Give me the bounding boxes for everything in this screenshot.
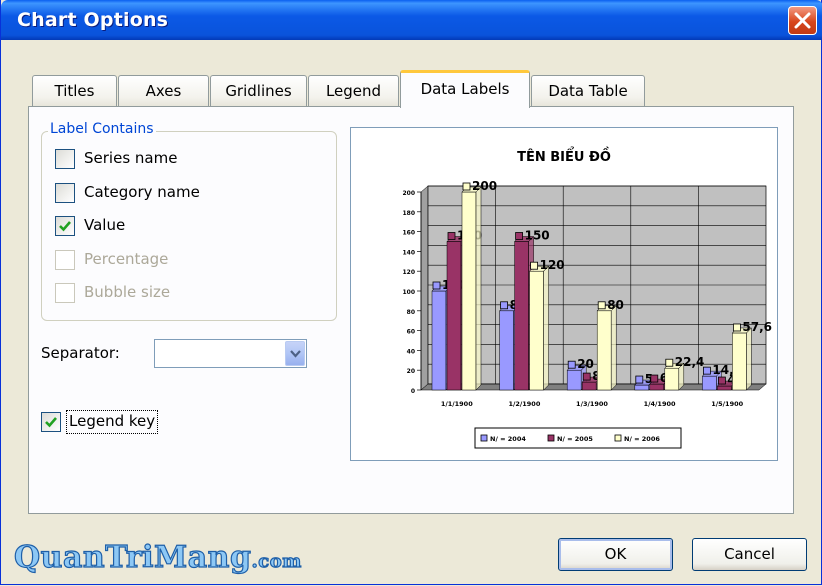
bar-side: [475, 186, 482, 391]
series-name-checkbox[interactable]: [55, 149, 75, 169]
y-tick-label: 120: [402, 269, 415, 276]
bar: [529, 270, 544, 391]
data-label-key: [732, 323, 741, 332]
bar: [596, 310, 612, 391]
tab-legend[interactable]: Legend: [308, 75, 399, 107]
data-label-key: [717, 376, 726, 385]
data-label-key: [702, 366, 711, 375]
bar: [732, 332, 747, 391]
y-tick-label: 80: [407, 309, 415, 316]
legend-key-checkbox[interactable]: [41, 412, 61, 432]
separator-dropdown[interactable]: [154, 339, 307, 368]
chart-svg: TÊN BIỂU ĐỒ 0 20 40 60 80 100 120 140 160 180 200 1/…: [402, 147, 772, 449]
data-label: 22,4: [675, 355, 705, 369]
data-label-key: [515, 232, 524, 240]
y-tick-label: 20: [407, 368, 415, 375]
data-label-key: [597, 301, 606, 310]
legend-key: [614, 434, 622, 442]
legend-entry: N/ = 2006: [624, 435, 660, 443]
value-label: Value: [84, 216, 126, 234]
bar: [702, 375, 717, 391]
chart-title: TÊN BIỂU ĐỒ: [517, 147, 611, 165]
bar: [664, 367, 680, 391]
tab-axes[interactable]: Axes: [118, 75, 209, 107]
dialog-title: Chart Options: [17, 9, 169, 31]
chevron-down-icon: [290, 350, 301, 358]
x-tick-label: 1/3/1900: [576, 400, 608, 408]
bar-side: [610, 305, 617, 391]
data-label-key: [447, 232, 456, 240]
y-tick-label: 100: [402, 289, 415, 296]
value-checkbox[interactable]: [55, 216, 75, 236]
data-label-key: [432, 281, 441, 290]
data-label: 120: [540, 258, 565, 272]
chart-options-dialog: Chart Options Titles Axes Gridlines Lege…: [0, 0, 822, 585]
legend-key: [480, 434, 488, 442]
y-tick-label: 160: [402, 230, 415, 237]
title-bar: Chart Options: [1, 0, 822, 40]
y-tick-label: 60: [407, 329, 415, 336]
close-icon: [794, 12, 811, 29]
bar: [581, 381, 597, 391]
checkmark-icon: [45, 417, 57, 428]
watermark-logo: QuanTriMang.com: [13, 539, 302, 575]
y-tick-label: 140: [402, 249, 415, 256]
data-label-key: [567, 360, 576, 369]
data-label-key: [530, 261, 539, 270]
tab-data-labels[interactable]: Data Labels: [400, 70, 530, 108]
category-name-checkbox[interactable]: [55, 183, 75, 203]
category-name-label: Category name: [84, 183, 200, 201]
data-label-key: [665, 358, 674, 367]
bubble-size-checkbox: [55, 283, 75, 303]
data-label: 80: [607, 298, 624, 312]
x-tick-label: 1/1/1900: [441, 400, 473, 408]
x-tick-label: 1/5/1900: [711, 400, 743, 408]
bar: [514, 241, 529, 391]
ok-button[interactable]: OK: [558, 538, 673, 571]
separator-dropdown-button[interactable]: [285, 341, 305, 366]
tab-gridlines[interactable]: Gridlines: [210, 75, 307, 107]
x-tick-label: 1/4/1900: [644, 400, 676, 408]
tab-data-table[interactable]: Data Table: [531, 75, 645, 107]
plot-side-wall: [420, 185, 429, 391]
bar: [446, 241, 462, 391]
legend-entry: N/ = 2004: [490, 435, 526, 443]
cancel-button[interactable]: Cancel: [692, 538, 807, 571]
data-label: 150: [525, 229, 550, 243]
data-label: 57,6: [742, 320, 772, 334]
data-label-key: [635, 375, 644, 384]
data-label: 200: [472, 179, 497, 193]
series-name-label: Series name: [84, 149, 178, 167]
chart-preview: TÊN BIỂU ĐỒ 0 20 40 60 80 100 120 140 160 180 200 1/…: [350, 127, 778, 461]
bar: [499, 310, 514, 391]
bubble-size-label: Bubble size: [84, 283, 171, 301]
close-button[interactable]: [788, 6, 817, 35]
separator-label: Separator:: [41, 344, 120, 362]
bar-side: [746, 327, 752, 391]
y-tick-label: 40: [407, 348, 415, 355]
label-contains-label: Label Contains: [48, 121, 156, 137]
y-tick-label: 180: [402, 210, 415, 217]
bar: [461, 191, 477, 391]
bar: [431, 290, 447, 391]
watermark-main: QuanTriMang: [13, 539, 252, 575]
checkmark-icon: [59, 221, 71, 232]
y-tick-label: 200: [402, 190, 415, 197]
percentage-label: Percentage: [84, 250, 169, 268]
watermark-suffix: .com: [251, 550, 302, 572]
bar: [566, 369, 582, 391]
legend-key: [547, 434, 555, 442]
data-label-key: [462, 182, 471, 191]
data-label-key: [650, 374, 659, 383]
tab-titles[interactable]: Titles: [32, 75, 117, 107]
x-tick-label: 1/2/1900: [508, 400, 540, 408]
bar-side: [543, 265, 549, 391]
percentage-checkbox: [55, 250, 75, 270]
data-label-key: [500, 301, 509, 310]
legend-entry: N/ = 2005: [557, 435, 593, 443]
y-tick-label: 0: [411, 388, 415, 395]
legend-key-label: Legend key: [66, 410, 159, 434]
data-label-key: [582, 372, 591, 381]
